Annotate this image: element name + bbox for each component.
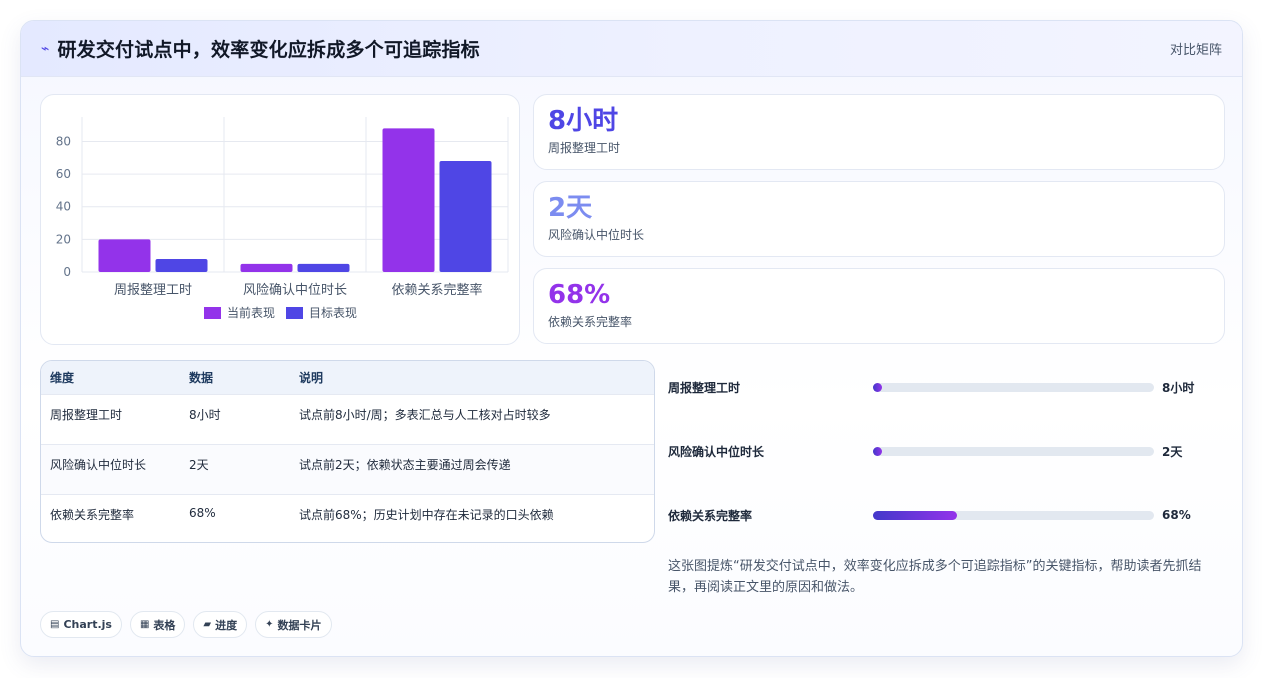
page-title: 研发交付试点中，效率变化应拆成多个可追踪指标 <box>57 39 480 61</box>
table-cell: 风险确认中位时长 <box>50 458 147 472</box>
chip-data-card[interactable]: ✦ 数据卡片 <box>255 611 332 638</box>
table-row: 周报整理工时 8小时 试点前8小时/周；多表汇总与人工核对占时较多 <box>41 394 654 444</box>
table-cell: 68% <box>189 506 216 520</box>
legend-label: 目标表现 <box>309 306 357 320</box>
bar <box>297 263 350 272</box>
y-tick-label: 40 <box>56 200 71 214</box>
title-wrap: ⌁ 研发交付试点中，效率变化应拆成多个可追踪指标 <box>41 35 480 62</box>
table-header-row: 维度 数据 说明 <box>41 361 654 394</box>
bar <box>155 258 208 272</box>
y-tick-label: 60 <box>56 167 71 181</box>
table-cell: 周报整理工时 <box>50 408 123 422</box>
chip-chartjs[interactable]: ▤ Chart.js <box>40 611 122 638</box>
bar-chart: 0 20 40 60 80 周报整理工时 风险确认中位时长 依赖关系完整率当前表现 目标表现 <box>40 94 520 345</box>
x-tick-label: 依赖关系完整率 <box>391 282 482 298</box>
summary-text: 这张图提炼“研发交付试点中，效率变化应拆成多个可追踪指标”的关键指标，帮助读者先… <box>668 559 1202 595</box>
kpi-card-weekly-report: 8小时 周报整理工时 <box>533 94 1225 170</box>
progress-row: 周报整理工时 8小时 <box>668 377 1228 397</box>
table-header-cell: 说明 <box>299 371 324 385</box>
table-header-cell: 维度 <box>50 371 75 385</box>
chip-progress[interactable]: ▰ 进度 <box>193 611 248 638</box>
chip-table[interactable]: ▦ 表格 <box>129 611 186 638</box>
kpi-label: 周报整理工时 <box>548 141 621 155</box>
kpi-label: 依赖关系完整率 <box>548 315 633 329</box>
table-cell: 试点前2天；依赖状态主要通过周会传递 <box>299 458 511 472</box>
bar <box>382 128 435 272</box>
kpi-card-dependency: 68% 依赖关系完整率 <box>533 268 1225 344</box>
progress-value: 2天 <box>1162 444 1183 459</box>
progress-row: 风险确认中位时长 2天 <box>668 441 1228 461</box>
bar-chart-svg: 0 20 40 60 80 周报整理工时 风险确认中位时长 依赖关系完整率当前表现 目标表现 <box>56 117 509 320</box>
dashboard-card: ⌁ 研发交付试点中，效率变化应拆成多个可追踪指标 对比矩阵 0 20 40 60 80 周… <box>20 20 1243 657</box>
y-tick-label: 20 <box>56 232 71 246</box>
progress-icon: ▰ <box>203 619 212 630</box>
x-tick-label: 周报整理工时 <box>114 283 192 298</box>
progress-label: 周报整理工时 <box>668 380 741 395</box>
y-tick-label: 0 <box>63 265 71 279</box>
table-cell: 2天 <box>189 458 209 472</box>
data-table: 维度 数据 说明 周报整理工时 8小时 试点前8小时/周；多表汇总与人工核对占时… <box>40 360 655 543</box>
table-row: 风险确认中位时长 2天 试点前2天；依赖状态主要通过周会传递 <box>41 444 654 494</box>
header: ⌁ 研发交付试点中，效率变化应拆成多个可追踪指标 对比矩阵 <box>21 21 1242 77</box>
kpi-label: 风险确认中位时长 <box>548 228 645 242</box>
bar <box>240 263 293 272</box>
x-tick-label: 风险确认中位时长 <box>243 283 347 298</box>
table-cell: 试点前68%；历史计划中存在未记录的口头依赖 <box>299 508 554 522</box>
compare-matrix-label: 对比矩阵 <box>1169 43 1222 58</box>
chip-label: Chart.js <box>63 618 112 631</box>
chart-icon: ▤ <box>50 619 60 630</box>
kpi-value: 2天 <box>548 193 593 223</box>
legend-label: 当前表现 <box>227 305 275 320</box>
chip-label: 表格 <box>153 618 176 632</box>
progress-fill <box>873 510 958 520</box>
sparkle-icon: ✦ <box>265 619 274 630</box>
bar <box>439 161 492 272</box>
y-tick-label: 80 <box>56 134 71 148</box>
table-cell: 试点前8小时/周；多表汇总与人工核对占时较多 <box>299 408 551 422</box>
progress-fill <box>873 382 882 392</box>
progress-track <box>873 382 1154 392</box>
progress-track <box>873 510 1154 520</box>
progress-track <box>873 446 1154 456</box>
progress-fill <box>873 446 882 456</box>
kpi-card-risk-confirm: 2天 风险确认中位时长 <box>533 181 1225 257</box>
kpi-value: 8小时 <box>548 106 619 136</box>
progress-row: 依赖关系完整率 68% <box>668 505 1228 525</box>
progress-value: 8小时 <box>1162 380 1195 395</box>
table-cell: 8小时 <box>189 408 221 422</box>
trend-icon: ⌁ <box>41 40 50 57</box>
tag-chips: ▤ Chart.js ▦ 表格 ▰ 进度 ✦ 数据卡片 <box>40 611 332 638</box>
chip-label: 数据卡片 <box>277 618 322 632</box>
legend-swatch <box>204 307 221 319</box>
table-header-cell: 数据 <box>189 371 214 385</box>
kpi-value: 68% <box>548 280 611 310</box>
table-cell: 依赖关系完整率 <box>50 508 135 522</box>
table-row: 依赖关系完整率 68% 试点前68%；历史计划中存在未记录的口头依赖 <box>41 494 654 542</box>
progress-value: 68% <box>1162 508 1191 522</box>
legend-swatch <box>286 307 303 319</box>
progress-label: 依赖关系完整率 <box>668 508 753 523</box>
progress-label: 风险确认中位时长 <box>668 444 765 459</box>
chip-label: 进度 <box>215 618 238 632</box>
table-icon: ▦ <box>139 619 150 630</box>
bar <box>98 239 151 272</box>
